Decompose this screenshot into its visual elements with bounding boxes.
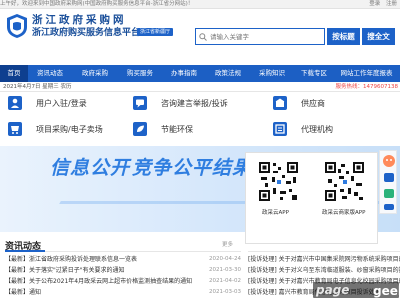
nav-item-download[interactable]: 下载专区 bbox=[294, 65, 334, 82]
nav-item-guide[interactable]: 办事指南 bbox=[164, 65, 204, 82]
news-item-title: 【最新】关于落实"过紧日子"有关要求的通知 bbox=[5, 267, 125, 274]
top-links: 登录 注册 bbox=[365, 0, 397, 9]
service-label: 节能环保 bbox=[161, 124, 193, 134]
notice-item[interactable]: [投诉处理] 关于对义乌至东湾临道服装、纱窗采购项目的投诉处理 bbox=[248, 265, 400, 276]
nav-item-knowledge[interactable]: 采购知识 bbox=[252, 65, 292, 82]
nav-item-services[interactable]: 购买服务 bbox=[120, 65, 160, 82]
top-bar: 上午好，欢迎来到中国政府采购网(中国政府购买服务信息平台-浙江省分网站)！ 登录… bbox=[0, 0, 400, 9]
news-title-underline bbox=[5, 250, 241, 252]
news-list: 【最新】浙江省政府采购投诉处理联系信息一览表 2020-04-24 【最新】关于… bbox=[5, 254, 241, 298]
current-date: 2021年4月7日 星期三 农历 bbox=[3, 84, 72, 90]
banner-slogan-1: 信息公开 bbox=[50, 157, 131, 179]
robot-assistant-icon bbox=[383, 155, 395, 210]
eco-icon bbox=[131, 122, 149, 137]
news-item[interactable]: 【最新】通知 2021-03-03 bbox=[5, 287, 241, 298]
news-item[interactable]: 【最新】关于落实"过紧日子"有关要求的通知 2021-03-30 bbox=[5, 265, 241, 276]
region-tag[interactable]: 浙江省新疆厅 bbox=[137, 28, 174, 36]
user-login-icon bbox=[6, 96, 24, 111]
news-item[interactable]: 【最新】关于公布2021年4月政采云网上超市价格监测抽查结果的通知 2021-0… bbox=[5, 276, 241, 287]
site-logo[interactable] bbox=[6, 13, 28, 39]
news-item-title: 【最新】关于公布2021年4月政采云网上超市价格监测抽查结果的通知 bbox=[5, 278, 193, 285]
consult-icon bbox=[131, 96, 149, 111]
notice-item[interactable]: [投诉处理] 关于对嘉兴市中国集采院网污物系统采购项目的投诉处理 bbox=[248, 254, 400, 265]
service-agency[interactable]: 代理机构 bbox=[265, 120, 400, 138]
search-icon bbox=[196, 32, 210, 41]
watermark: page geek bbox=[313, 282, 400, 298]
qr-code-icon bbox=[258, 161, 299, 202]
notices-tab-strip bbox=[248, 244, 400, 252]
nav-item-news[interactable]: 资讯动态 bbox=[30, 65, 70, 82]
qr-code-app bbox=[258, 161, 299, 202]
register-link[interactable]: 注册 bbox=[386, 1, 397, 7]
news-item-date: 2020-04-24 bbox=[209, 256, 241, 262]
shield-logo-icon bbox=[7, 14, 27, 38]
news-item-date: 2021-03-03 bbox=[209, 289, 241, 295]
qr-label-app: 政采云APP bbox=[262, 210, 289, 216]
news-item-title: 【最新】通知 bbox=[5, 289, 42, 296]
mall-icon bbox=[6, 122, 24, 137]
floating-app-badge[interactable] bbox=[379, 150, 397, 214]
login-link[interactable]: 登录 bbox=[369, 1, 380, 7]
search-title-button[interactable]: 按标题 bbox=[327, 28, 360, 45]
nav-item-report[interactable]: 网站工作年度报表 bbox=[333, 65, 400, 82]
news-item[interactable]: 【最新】浙江省政府采购投诉处理联系信息一览表 2020-04-24 bbox=[5, 254, 241, 265]
date-bar: 2021年4月7日 星期三 农历 服务热线：1479607138 bbox=[0, 83, 400, 92]
nav-item-home[interactable]: 首页 bbox=[0, 65, 28, 82]
site-title: 浙江政府采购网 浙江政府购买服务信息平台 bbox=[32, 14, 141, 41]
welcome-text: 上午好，欢迎来到中国政府采购网(中国政府购买服务信息平台-浙江省分网站)！ bbox=[0, 1, 194, 7]
watermark-text-right: geek bbox=[373, 284, 400, 298]
news-item-title: 【最新】浙江省政府采购投诉处理联系信息一览表 bbox=[5, 256, 138, 263]
service-label: 供应商 bbox=[301, 98, 325, 108]
search-input[interactable] bbox=[210, 32, 318, 41]
service-user-login[interactable]: 用户入驻/登录 bbox=[0, 94, 130, 112]
app-qr-panel: 政采云APP 政采云商家版APP bbox=[245, 152, 378, 244]
banner-slogan-2: 竞争公平 bbox=[132, 157, 213, 179]
qr-label-merchant-app: 政采云商家版APP bbox=[322, 210, 366, 216]
qr-code-icon bbox=[324, 161, 365, 202]
service-label: 用户入驻/登录 bbox=[36, 98, 87, 108]
qr-code-merchant-app bbox=[324, 161, 365, 202]
service-consult[interactable]: 咨询建言举报/投诉 bbox=[125, 94, 265, 112]
service-supplier[interactable]: 供应商 bbox=[265, 94, 400, 112]
nav-item-policy[interactable]: 政策法规 bbox=[208, 65, 248, 82]
news-item-date: 2021-04-02 bbox=[209, 278, 241, 284]
search-box bbox=[195, 28, 325, 45]
supplier-icon bbox=[271, 96, 289, 111]
site-title-line2: 浙江政府购买服务信息平台 bbox=[32, 28, 141, 38]
news-more-link[interactable]: 更多 bbox=[222, 240, 233, 248]
service-label: 代理机构 bbox=[301, 124, 333, 134]
service-mall[interactable]: 项目采购/电子卖场 bbox=[0, 120, 130, 138]
main-nav: 首页 资讯动态 政府采购 购买服务 办事指南 政策法规 采购知识 下载专区 网站… bbox=[0, 65, 400, 82]
agency-icon bbox=[271, 122, 289, 137]
service-label: 咨询建言举报/投诉 bbox=[161, 98, 228, 108]
hotline: 服务热线：1479607138 bbox=[335, 84, 399, 90]
service-eco[interactable]: 节能环保 bbox=[125, 120, 265, 138]
service-label: 项目采购/电子卖场 bbox=[36, 124, 103, 134]
search-fulltext-button[interactable]: 搜全文 bbox=[362, 28, 395, 45]
site-title-line1: 浙江政府采购网 bbox=[32, 14, 127, 26]
service-grid: 用户入驻/登录 咨询建言举报/投诉 供应商 项目采购/电子卖场 节能环保 代理机… bbox=[0, 94, 400, 139]
news-item-date: 2021-03-30 bbox=[209, 267, 241, 273]
nav-item-procurement[interactable]: 政府采购 bbox=[75, 65, 115, 82]
watermark-text-left: page bbox=[316, 283, 350, 297]
